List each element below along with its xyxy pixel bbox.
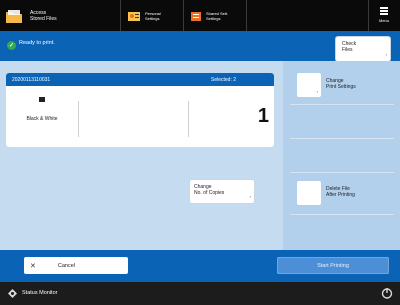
check-files-button[interactable]: Check Files ›: [336, 37, 390, 61]
card-divider: [78, 101, 79, 137]
chevron-right-icon: ›: [316, 89, 318, 94]
access-label-line2: Stored Files: [30, 16, 57, 22]
delete-file-line2: After Printing: [326, 192, 355, 198]
print-settings-thumb[interactable]: ›: [297, 73, 321, 97]
top-divider: [368, 0, 369, 31]
color-mode-label: Black & White: [26, 116, 58, 122]
shared-settings-icon: [191, 12, 201, 21]
footer-bar: Status Monitor: [0, 282, 400, 305]
delete-file-toggle[interactable]: [297, 181, 321, 205]
top-divider: [246, 0, 247, 31]
check-files-line2: Files: [342, 47, 353, 53]
option-divider: [290, 214, 394, 215]
delete-file-label[interactable]: Delete File After Printing: [326, 186, 355, 198]
selected-count: Selected: 2: [211, 77, 237, 83]
chevron-right-icon: ›: [249, 194, 251, 199]
black-white-icon: [39, 97, 45, 102]
folder-icon: [6, 10, 22, 23]
top-divider: [120, 0, 121, 31]
change-copies-line2: No. of Copies: [194, 190, 225, 196]
start-printing-button[interactable]: Start Printing: [277, 257, 389, 274]
chevron-right-icon: ›: [385, 52, 387, 57]
ready-check-icon: ✓: [7, 41, 16, 50]
access-stored-files-button[interactable]: Access Stored Files: [4, 5, 114, 27]
personal-settings-icon: [128, 12, 140, 21]
card-header: 20200113110031 Selected: 2: [6, 73, 274, 86]
start-printing-label: Start Printing: [317, 262, 349, 269]
status-monitor-icon: [8, 289, 17, 298]
top-divider: [183, 0, 184, 31]
shared-settings-button[interactable]: Shared Sett. Settings: [190, 7, 245, 25]
personal-label-line2: Settings: [145, 16, 160, 21]
cancel-button[interactable]: ✕ Cancel: [24, 257, 128, 274]
menu-label: Menu: [378, 17, 389, 23]
print-job-card: 20200113110031 Selected: 2 Black & White…: [6, 73, 274, 147]
option-divider: [290, 172, 394, 173]
print-settings-line2: Print Settings: [326, 84, 356, 90]
status-message: Ready to print.: [19, 40, 55, 46]
shared-label-line2: Settings: [206, 16, 221, 21]
status-monitor-label[interactable]: Status Monitor: [22, 290, 57, 296]
menu-icon: [380, 7, 388, 15]
close-icon: ✕: [30, 262, 36, 270]
personal-settings-button[interactable]: Personal Settings: [127, 7, 182, 25]
option-divider: [290, 104, 394, 105]
menu-button[interactable]: Menu: [372, 5, 396, 27]
cancel-label: Cancel: [57, 262, 75, 269]
copies-count: 1: [257, 105, 269, 127]
change-print-settings-label[interactable]: Change Print Settings: [326, 78, 356, 90]
option-divider: [290, 138, 394, 139]
change-copies-button[interactable]: Change No. of Copies ›: [190, 180, 254, 203]
color-mode-cell: Black & White: [6, 86, 78, 147]
file-id: 20200113110031: [12, 77, 51, 83]
energy-saver-icon[interactable]: [381, 288, 393, 299]
